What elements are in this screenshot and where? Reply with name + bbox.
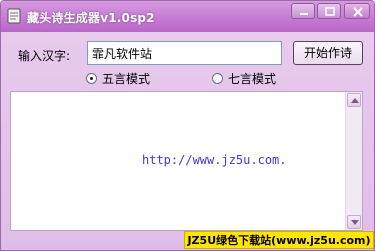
minimize-button[interactable] bbox=[291, 3, 315, 19]
scroll-up-button[interactable] bbox=[347, 93, 361, 107]
five-char-mode-label: 五言模式 bbox=[102, 71, 151, 86]
seven-char-mode-radio[interactable]: 七言模式 bbox=[212, 71, 277, 86]
input-label: 输入汉字: bbox=[18, 49, 71, 63]
close-button[interactable] bbox=[344, 3, 370, 19]
maximize-icon bbox=[325, 7, 335, 16]
radio-unselected-icon bbox=[212, 72, 223, 84]
five-char-mode-radio[interactable]: 五言模式 bbox=[86, 71, 151, 86]
chevron-down-icon bbox=[351, 220, 359, 225]
radio-selected-icon bbox=[86, 72, 97, 84]
output-text: http://www.jz5u.com. bbox=[142, 153, 287, 167]
maximize-button[interactable] bbox=[317, 3, 341, 19]
minimize-icon bbox=[300, 13, 308, 15]
window-title: 藏头诗生成器v1.0sp2 bbox=[27, 11, 155, 25]
seven-char-mode-label: 七言模式 bbox=[228, 71, 277, 86]
close-icon bbox=[353, 7, 363, 17]
scroll-down-button[interactable] bbox=[347, 215, 361, 229]
app-window: 藏头诗生成器v1.0sp2 输入汉字: 霏凡软件站 开始作诗 五言模式 七言模式… bbox=[0, 0, 375, 251]
title-bar[interactable]: 藏头诗生成器v1.0sp2 bbox=[1, 1, 374, 32]
notebook-icon bbox=[7, 8, 21, 24]
site-watermark: JZ5U绿色下载站(www.jz5u.com) bbox=[184, 231, 374, 249]
characters-input[interactable]: 霏凡软件站 bbox=[87, 41, 282, 65]
start-button[interactable]: 开始作诗 bbox=[293, 41, 363, 65]
vertical-scrollbar[interactable] bbox=[345, 92, 362, 230]
poem-output-area[interactable]: http://www.jz5u.com. bbox=[10, 91, 363, 231]
chevron-up-icon bbox=[351, 98, 359, 103]
